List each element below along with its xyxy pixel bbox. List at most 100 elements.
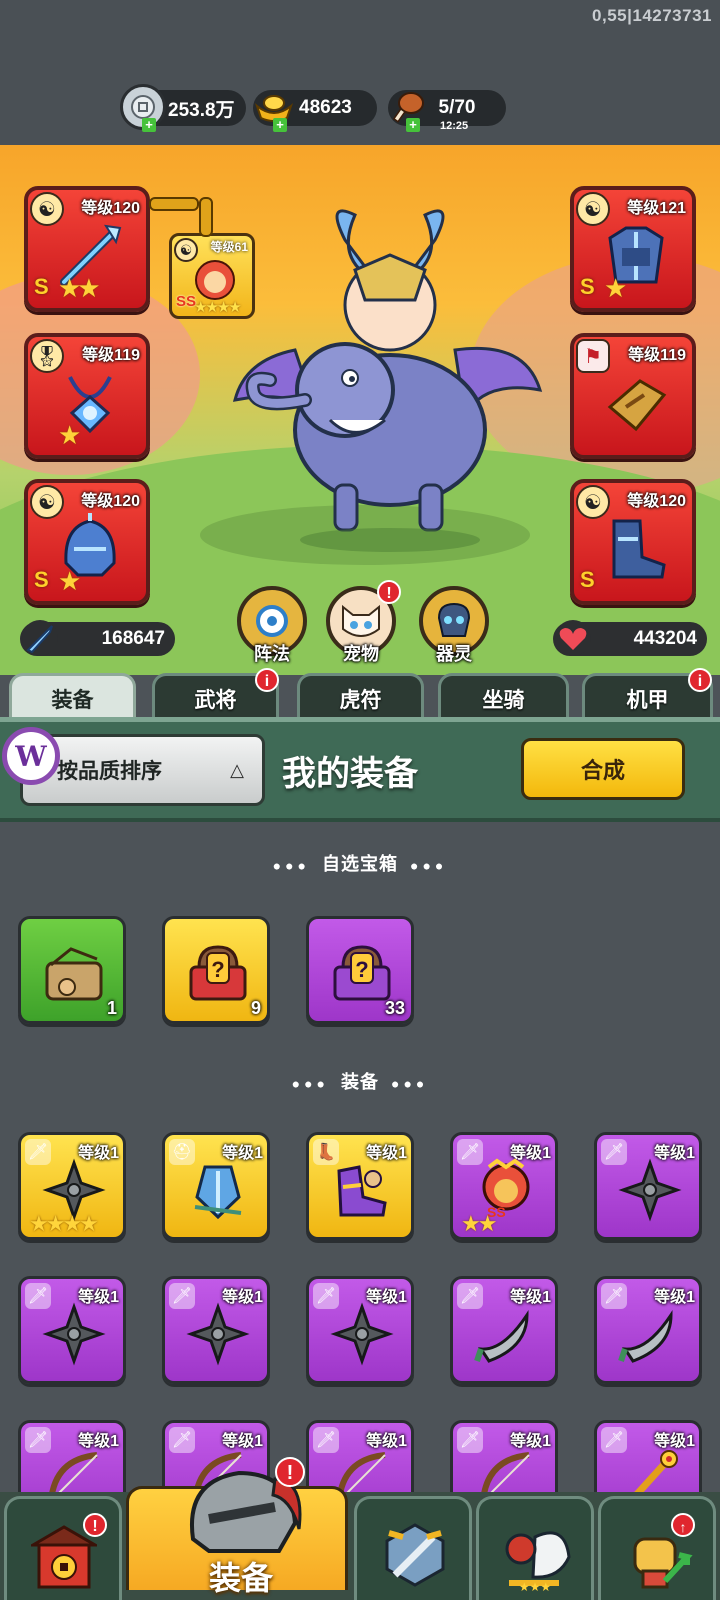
tab-equipment[interactable]: 装备 — [9, 673, 136, 721]
chain-link — [149, 197, 199, 211]
equipment-item-card[interactable]: 🗡 等级1 — [594, 1276, 702, 1384]
w-logo-icon[interactable]: W — [2, 727, 60, 785]
equip-slot-helmet[interactable]: ☯ 等级120 S ★ — [24, 479, 150, 605]
add-silver-icon[interactable]: + — [142, 118, 156, 132]
tab-mounts[interactable]: 坐骑 — [438, 673, 569, 721]
chain-link — [199, 197, 213, 237]
item-stars: ★★ — [461, 1211, 497, 1236]
pet-label: 宠物 — [343, 644, 379, 664]
scimitar-icon — [474, 1310, 529, 1363]
tab-label: 装备 — [51, 688, 94, 712]
silver-currency[interactable]: + 253.8万 — [120, 84, 246, 132]
synthesize-button[interactable]: 合成 — [521, 738, 685, 800]
gold-value: 48623 — [299, 97, 352, 118]
equipment-item-card[interactable]: ⛑ 等级1 — [162, 1132, 270, 1240]
equip-slot-tally[interactable]: ⚑ 等级119 — [570, 333, 696, 459]
shop-alert-badge: ! — [83, 1513, 107, 1537]
shuriken-icon — [186, 1302, 250, 1366]
equipment-item-card[interactable]: 🗡 等级1 — [162, 1276, 270, 1384]
nav-shop[interactable]: ! — [4, 1496, 122, 1600]
chest-card[interactable]: ? 9 — [162, 916, 270, 1024]
logo-letter: W — [15, 739, 47, 773]
pet-alert-badge: ! — [377, 580, 401, 604]
chest-card[interactable]: ? 33 — [306, 916, 414, 1024]
chest-count: 9 — [250, 998, 261, 1018]
slot-level: 等级120 — [81, 493, 140, 510]
slot-level: 等级121 — [627, 200, 686, 217]
tab-label: 武将 — [194, 688, 237, 712]
gold-currency[interactable]: + 48623 — [253, 90, 377, 132]
tab-tiger-tally[interactable]: 虎符 — [297, 673, 424, 721]
slot-level: 等级120 — [81, 200, 140, 217]
spirit-button[interactable]: 器灵 — [414, 586, 494, 666]
slot-level: 等级119 — [628, 347, 686, 364]
add-gold-icon[interactable]: + — [273, 118, 287, 132]
equipment-item-card[interactable]: 🗡 等级1 SS ★★ — [450, 1132, 558, 1240]
equipment-section-heading: ●●● 装备 ●●● — [291, 1072, 429, 1092]
add-stamina-icon[interactable]: + — [406, 118, 420, 132]
slot-grade: S — [580, 274, 595, 299]
shuriken-icon — [42, 1302, 106, 1366]
equipment-item-card[interactable]: 🗡 等级1 — [306, 1276, 414, 1384]
shuriken-icon — [330, 1302, 394, 1366]
slot-grade: S — [34, 567, 49, 592]
pet-slot[interactable]: ☯ 等级61 SS ★★★★ — [169, 233, 255, 319]
ice-boots-icon — [612, 519, 666, 579]
purple-boots-icon — [337, 1165, 387, 1217]
slot-level: 等级119 — [82, 347, 140, 364]
pet-button[interactable]: 宠物 ! — [321, 580, 401, 666]
equipment-item-card[interactable]: 🗡 等级1 — [18, 1276, 126, 1384]
tab-label: 虎符 — [339, 688, 382, 712]
nav-equipment-label: 装备 — [209, 1560, 274, 1596]
tab-label: 机甲 — [626, 688, 669, 712]
slot-stars: ★ — [58, 566, 81, 596]
nav-power[interactable]: ↑ — [598, 1496, 716, 1600]
power-upgrade-badge: ↑ — [671, 1513, 695, 1537]
supply-chest-icon — [45, 947, 103, 1001]
slot-level: 等级120 — [627, 493, 686, 510]
heart-icon — [555, 620, 591, 656]
shuriken-icon — [618, 1158, 682, 1222]
stamina-timer: 12:25 — [440, 120, 469, 132]
sword-icon — [22, 620, 58, 656]
equipment-item-card[interactable]: 🗡 等级1 — [450, 1276, 558, 1384]
nav-cup[interactable]: ★★★ — [476, 1496, 594, 1600]
equipment-item-card[interactable]: 👢 等级1 — [306, 1132, 414, 1240]
equip-slot-armor[interactable]: ☯ 等级121 S ★ — [570, 186, 696, 312]
pet-level: 等级61 — [210, 240, 248, 254]
svg-text:★★★: ★★★ — [519, 1580, 551, 1593]
equip-slot-boots[interactable]: ☯ 等级120 S — [570, 479, 696, 605]
generals-info-badge: i — [255, 668, 279, 692]
mystery-chest-icon: ? — [189, 945, 247, 1001]
chest-count: 1 — [106, 998, 117, 1018]
equipment-item-card[interactable]: 🗡 等级1 ★★★★ — [18, 1132, 126, 1240]
lion-pet-icon — [195, 260, 235, 300]
stamina-currency[interactable]: + 5/70 12:25 — [388, 90, 506, 132]
panel-title: 我的装备 — [282, 755, 418, 793]
chests-section-heading: ●●● 自选宝箱 ●●● — [272, 854, 448, 874]
chest-card[interactable]: 1 — [18, 916, 126, 1024]
svg-text:?: ? — [355, 957, 368, 982]
battle-swords-icon — [385, 1523, 445, 1587]
svg-text:?: ? — [211, 957, 224, 982]
hero-character[interactable] — [225, 200, 555, 560]
hp-stat: 443204 — [553, 620, 707, 656]
formation-button[interactable]: 阵法 — [232, 586, 312, 666]
equip-slot-amulet[interactable]: 🎖 等级119 ★ — [24, 333, 150, 459]
chest-count: 33 — [384, 998, 405, 1018]
equipment-section-title: 装备 — [341, 1072, 379, 1092]
equipment-item-card[interactable]: 🗡 等级1 — [594, 1132, 702, 1240]
equip-slot-weapon[interactable]: ☯ 等级120 S ★★ — [24, 186, 150, 312]
equipment-alert-badge: ! — [275, 1457, 305, 1487]
slot-stars: ★ — [604, 273, 627, 303]
nav-battle[interactable] — [354, 1496, 472, 1600]
pet-grade: SS — [176, 293, 197, 310]
nav-equipment[interactable]: 装备 ! — [126, 1457, 348, 1596]
slot-grade: S — [34, 274, 49, 299]
hp-value: 443204 — [633, 628, 697, 649]
slot-stars: ★★ — [58, 273, 101, 303]
sort-arrow-icon: △ — [230, 760, 244, 780]
spirit-label: 器灵 — [436, 644, 472, 664]
stamina-value: 5/70 — [438, 97, 476, 118]
slot-stars: ★ — [58, 420, 81, 450]
